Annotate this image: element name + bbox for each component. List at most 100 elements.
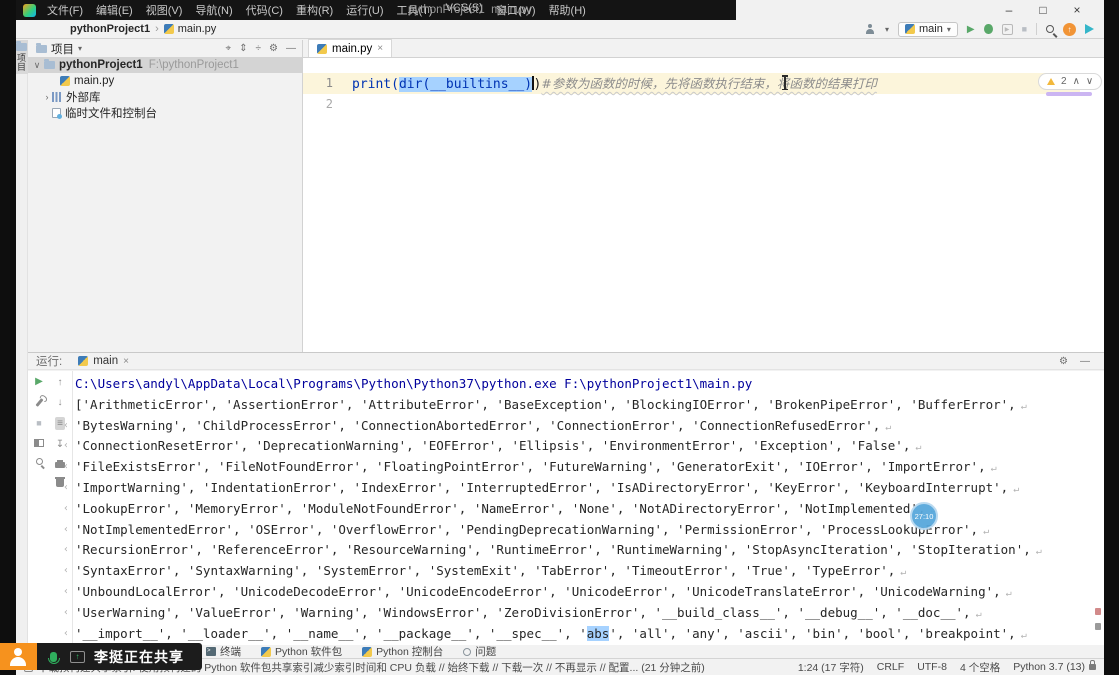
chevron-down-icon[interactable]: ∨ (32, 60, 42, 71)
console-text: '__import__', '__loader__', '__name__', … (75, 626, 1016, 641)
locate-file-icon[interactable]: ⌖ (226, 43, 232, 54)
tab-python-console[interactable]: Python 控制台 (362, 644, 443, 659)
tab-close-icon[interactable]: × (377, 43, 383, 54)
project-tool-window-button[interactable]: 项目 (16, 40, 28, 74)
restore-button[interactable]: □ (1026, 0, 1060, 20)
menu-item[interactable]: 运行(U) (344, 2, 385, 18)
soft-wrap-icon: ↵ (900, 567, 906, 578)
next-warning-icon[interactable]: ∨ (1086, 76, 1093, 87)
console-text: 'LookupError', 'MemoryError', 'ModuleNot… (75, 501, 925, 516)
close-button[interactable]: × (1060, 0, 1094, 20)
project-panel: 项目 ▾ ⌖ ⇕ ÷ ⚙ — ∨ pythonProject1 F:\pytho… (28, 40, 303, 352)
console-output-line: ‹'SyntaxError', 'SyntaxWarning', 'System… (63, 561, 1094, 582)
tab-close-icon[interactable]: × (123, 356, 129, 367)
breadcrumb-file[interactable]: main.py (164, 23, 217, 35)
project-panel-header: 项目 ▾ ⌖ ⇕ ÷ ⚙ — (28, 40, 302, 57)
status-widget[interactable]: UTF-8 (917, 661, 947, 673)
panel-settings-icon[interactable]: ⚙ (269, 43, 278, 54)
ide-notification-icon[interactable] (1085, 24, 1094, 34)
search-everywhere-icon[interactable] (1046, 25, 1054, 33)
tree-row-scratches[interactable]: 临时文件和控制台 (28, 105, 302, 121)
stop-process-button[interactable]: ■ (36, 418, 41, 428)
lock-icon[interactable] (1089, 664, 1096, 670)
console-text: 'ConnectionResetError', 'DeprecationWarn… (75, 438, 910, 453)
console-output[interactable]: C:\Users\andyl\AppData\Local\Programs\Py… (63, 374, 1094, 644)
menu-item[interactable]: 帮助(H) (547, 2, 588, 18)
meeting-timer-bubble[interactable]: 27:10 (910, 502, 938, 530)
soft-wrap-start-icon: ‹ (63, 520, 69, 541)
tree-row-project-root[interactable]: ∨ pythonProject1 F:\pythonProject1 (28, 57, 302, 73)
status-right-widgets: 1:24 (17 字符) CRLF UTF-8 4 个空格 Python 3.7 (13… (798, 660, 1085, 675)
toolbar-divider (1036, 23, 1037, 35)
pycharm-window: 文件(F)编辑(E)视图(V)导航(N)代码(C)重构(R)运行(U)工具(T)… (16, 0, 1104, 675)
menu-item[interactable]: 重构(R) (294, 2, 335, 18)
restore-layout-icon[interactable] (34, 439, 44, 447)
editor-area[interactable]: 1 2 print(dir(__builtins__))#参数为函数的时候，先将… (303, 58, 1104, 352)
scroll-down-icon[interactable]: ↓ (58, 397, 63, 408)
navigation-bar: pythonProject1 › main.py ▾ main ▾ ▶ ▶ ■ … (16, 20, 1104, 39)
microphone-icon[interactable] (50, 652, 57, 662)
status-widget[interactable]: Python 3.7 (13) (1013, 661, 1085, 673)
soft-wrap-icon: ↵ (991, 463, 997, 474)
run-toolbar-left: ▶ ■ (31, 377, 47, 465)
soft-wrap-icon: ↵ (1013, 484, 1019, 495)
soft-wrap-start-icon: ‹ (63, 457, 69, 478)
status-widget[interactable]: CRLF (877, 661, 904, 673)
pin-tab-icon[interactable] (36, 458, 43, 465)
run-panel-header: 运行: main × ⚙ — (28, 352, 1104, 370)
presenter-avatar-icon[interactable] (0, 643, 37, 670)
run-panel-label: 运行: (36, 353, 62, 369)
editor-tab-main-py[interactable]: main.py × (308, 39, 392, 57)
hide-panel-icon[interactable]: — (286, 43, 296, 54)
console-output-line: C:\Users\andyl\AppData\Local\Programs\Py… (63, 374, 1094, 395)
menu-item[interactable]: 导航(N) (193, 2, 234, 18)
edit-configuration-icon[interactable] (35, 398, 43, 407)
menu-item[interactable]: 视图(V) (144, 2, 185, 18)
run-coverage-button[interactable]: ▶ (1002, 24, 1013, 35)
console-output-line: ['ArithmeticError', 'AssertionError', 'A… (63, 395, 1094, 416)
console-command-line: C:\Users\andyl\AppData\Local\Programs\Py… (75, 376, 752, 391)
scratches-icon (52, 108, 61, 118)
run-button[interactable]: ▶ (967, 24, 975, 35)
status-widget[interactable]: 1:24 (17 字符) (798, 660, 864, 675)
run-console[interactable]: ▶ ■ ↑ ↓ ≡ ↧ C:\Users\andyl\AppData\Local… (28, 371, 1104, 645)
minimize-button[interactable]: – (992, 0, 1026, 20)
stop-button[interactable]: ■ (1022, 24, 1027, 34)
tab-problems[interactable]: 问题 (463, 644, 496, 659)
debug-button[interactable] (984, 24, 993, 34)
tab-python-packages[interactable]: Python 软件包 (261, 644, 342, 659)
scrollbar-analysis-mark (1046, 92, 1092, 96)
chevron-right-icon[interactable]: › (42, 92, 52, 102)
tree-row-external-libraries[interactable]: › 外部库 (28, 89, 302, 105)
scrollbar-mark (1095, 623, 1101, 630)
user-avatar-icon[interactable] (865, 24, 876, 35)
scroll-up-icon[interactable]: ↑ (58, 377, 63, 388)
hide-run-panel-icon[interactable]: — (1080, 356, 1090, 367)
avatar-chevron-icon[interactable]: ▾ (885, 25, 889, 34)
update-notification-icon[interactable]: ↑ (1063, 23, 1076, 36)
soft-wrap-start-icon: ‹ (63, 436, 69, 457)
prev-warning-icon[interactable]: ∧ (1073, 76, 1080, 87)
menu-item[interactable]: 文件(F) (45, 2, 85, 18)
scrollbar-error-mark (1095, 608, 1101, 615)
run-tab-main[interactable]: main × (72, 352, 135, 370)
menu-item[interactable]: 代码(C) (244, 2, 285, 18)
run-configuration-select[interactable]: main ▾ (898, 22, 958, 37)
soft-wrap-start-icon: ‹ (63, 561, 69, 582)
share-screen-icon[interactable]: ↑ (70, 651, 85, 663)
left-tool-window-bar: 项目 (16, 40, 28, 645)
menu-item[interactable]: 编辑(E) (94, 2, 135, 18)
project-view-icon (36, 45, 47, 53)
soft-wrap-icon: ↵ (983, 526, 989, 537)
breadcrumb-project[interactable]: pythonProject1 (70, 23, 150, 35)
inspection-widget[interactable]: 2 ∧ ∨ (1038, 73, 1102, 90)
tab-terminal[interactable]: > 终端 (206, 644, 241, 659)
project-view-chevron-icon[interactable]: ▾ (78, 44, 82, 53)
expand-collapse-icon[interactable]: ⇕ (239, 43, 247, 54)
run-settings-icon[interactable]: ⚙ (1059, 356, 1068, 367)
status-widget[interactable]: 4 个空格 (960, 660, 1000, 675)
tree-row-main-py[interactable]: main.py (28, 73, 302, 89)
console-text: 'NotImplementedError', 'OSError', 'Overf… (75, 522, 978, 537)
rerun-button[interactable]: ▶ (35, 377, 43, 387)
collapse-all-icon[interactable]: ÷ (256, 43, 262, 54)
